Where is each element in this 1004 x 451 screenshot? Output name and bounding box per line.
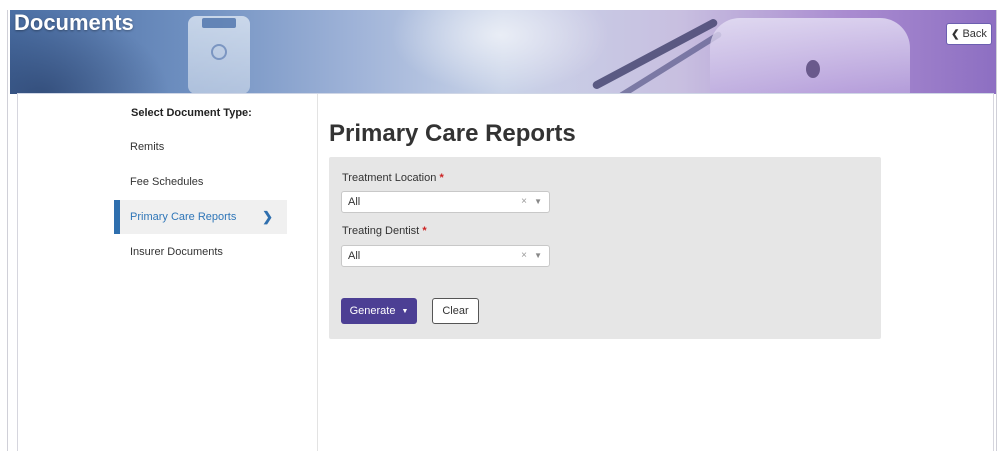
sidebar-item-label: Fee Schedules	[130, 176, 204, 188]
chevron-right-icon: ❯	[262, 209, 273, 224]
field-label-text: Treatment Location	[342, 172, 437, 184]
treating-dentist-label: Treating Dentist *	[342, 225, 427, 237]
required-marker: *	[422, 225, 427, 237]
sidebar-heading: Select Document Type:	[131, 107, 252, 119]
back-button[interactable]: ❮ Back	[946, 23, 992, 45]
caret-down-icon: ▼	[534, 251, 542, 260]
caret-down-icon: ▼	[534, 197, 542, 206]
clear-x-icon[interactable]: ×	[521, 196, 527, 207]
field-label-text: Treating Dentist	[342, 225, 420, 237]
banner-device-ring	[211, 44, 227, 60]
banner-knob-image	[806, 60, 820, 78]
sidebar-item-label: Primary Care Reports	[130, 211, 237, 223]
generate-button-label: Generate	[349, 305, 396, 317]
sidebar-item-remits[interactable]: Remits	[114, 130, 287, 164]
sidebar-item-primary-care-reports[interactable]: Primary Care Reports ❯	[114, 200, 287, 234]
banner-tool-image	[591, 17, 719, 91]
chevron-left-icon: ❮	[951, 28, 960, 40]
required-marker: *	[439, 172, 444, 184]
page-title: Primary Care Reports	[329, 120, 576, 147]
treatment-location-select[interactable]: All × ▼	[341, 191, 550, 213]
sidebar-item-insurer-documents[interactable]: Insurer Documents	[114, 235, 287, 269]
clear-x-icon[interactable]: ×	[521, 250, 527, 261]
treating-dentist-select[interactable]: All × ▼	[341, 245, 550, 267]
sidebar-item-fee-schedules[interactable]: Fee Schedules	[114, 165, 287, 199]
page-header-title: Documents	[14, 10, 134, 35]
clear-button-label: Clear	[442, 305, 469, 317]
sidebar-item-label: Insurer Documents	[130, 246, 223, 258]
select-value: All	[348, 196, 361, 208]
back-button-label: Back	[962, 28, 987, 40]
caret-down-icon: ▼	[401, 307, 409, 315]
sidebar-item-label: Remits	[130, 141, 165, 153]
banner-device-screen	[202, 18, 236, 28]
treatment-location-label: Treatment Location *	[342, 172, 444, 184]
banner-unit-image	[710, 18, 910, 94]
clear-button[interactable]: Clear	[432, 298, 479, 324]
banner-device-image	[188, 16, 250, 94]
banner-light	[390, 10, 610, 94]
select-value: All	[348, 250, 361, 262]
generate-button[interactable]: Generate ▼	[341, 298, 417, 324]
header-banner: Documents	[10, 10, 996, 94]
